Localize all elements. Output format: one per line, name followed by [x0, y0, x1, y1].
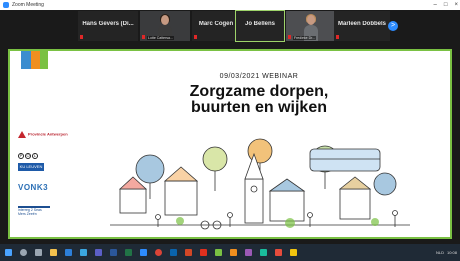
windows-taskbar: NLD 10:08: [0, 244, 460, 261]
app-icon[interactable]: [211, 248, 225, 258]
taskview-icon[interactable]: [31, 248, 45, 258]
interreg-logo: interreg 2 Seas Mers Zeeën: [18, 206, 50, 220]
pdf-icon[interactable]: [196, 248, 210, 258]
active-speaker-tile[interactable]: Jo Bellens: [235, 10, 285, 42]
slide-date: 09/03/2021 WEBINAR: [219, 73, 299, 80]
participant-name: Marc Cogen: [198, 21, 234, 27]
app-icon[interactable]: [271, 248, 285, 258]
window-controls: – □ ×: [434, 0, 458, 10]
clock[interactable]: 10:08: [447, 250, 457, 255]
vonk3-logo: VONK3: [18, 183, 49, 192]
system-tray: NLD 10:08: [436, 244, 457, 261]
outlook-icon[interactable]: [166, 248, 180, 258]
participant-label: Fredieke Dr...: [293, 36, 317, 40]
muted-mic-icon: [80, 35, 83, 39]
participant-name: Jo Bellens: [244, 21, 275, 27]
participant-tile[interactable]: Marleen Dobbels: [334, 11, 390, 41]
muted-mic-icon: [194, 35, 197, 39]
chrome-icon[interactable]: [151, 248, 165, 258]
next-page-icon[interactable]: >: [388, 21, 398, 31]
search-icon[interactable]: [16, 248, 30, 258]
slide-title-line1: Zorgzame dorpen,: [189, 83, 329, 100]
kuleuven-logo: KU LEUVEN: [18, 163, 44, 171]
participant-video-tile[interactable]: Lotte Cattersa...: [140, 11, 190, 41]
minimize-button[interactable]: –: [434, 2, 437, 8]
explorer-icon[interactable]: [46, 248, 60, 258]
app-icon[interactable]: [286, 248, 300, 258]
window-title: Zoom Meeting: [12, 2, 44, 8]
title-bar: Zoom Meeting – □ ×: [0, 0, 460, 10]
mail-icon[interactable]: [61, 248, 75, 258]
excel-icon[interactable]: [121, 248, 135, 258]
village-illustration: [110, 138, 410, 230]
app-icon[interactable]: [241, 248, 255, 258]
pol-logo: POL: [18, 153, 38, 159]
participant-label: Lotte Cattersa...: [147, 36, 174, 40]
browser-icon[interactable]: [76, 248, 90, 258]
app-icon[interactable]: [226, 248, 240, 258]
zoom-icon[interactable]: [136, 248, 150, 258]
slide-title-line2: buurten en wijken: [190, 99, 327, 116]
participant-tile[interactable]: Hans Gevers (Di...: [78, 11, 138, 41]
shared-screen: Provincie Antwerpen POL KU LEUVEN VONK3 …: [8, 49, 452, 239]
slide-title: Zorgzame dorpen, buurten en wijken: [68, 84, 450, 116]
maximize-button[interactable]: □: [444, 2, 448, 8]
brand-blocks: [21, 51, 48, 69]
start-icon[interactable]: [1, 248, 15, 258]
participant-gallery: Hans Gevers (Di... Lotte Cattersa... Mar…: [0, 10, 460, 43]
close-button[interactable]: ×: [454, 2, 458, 8]
muted-mic-icon: [142, 35, 145, 39]
participant-name: Marleen Dobbels: [337, 21, 386, 27]
zoom-logo-icon: [3, 2, 9, 8]
participant-video-tile[interactable]: Fredieke Dr...: [286, 11, 334, 41]
word-icon[interactable]: [106, 248, 120, 258]
provincie-logo: Provincie Antwerpen: [18, 131, 68, 138]
participant-name: Hans Gevers (Di...: [82, 21, 134, 27]
language-indicator[interactable]: NLD: [436, 250, 444, 255]
powerpoint-icon[interactable]: [181, 248, 195, 258]
teams-icon[interactable]: [91, 248, 105, 258]
muted-mic-icon: [288, 35, 291, 39]
participant-tile[interactable]: Marc Cogen: [192, 11, 240, 41]
app-icon[interactable]: [256, 248, 270, 258]
muted-mic-icon: [336, 35, 339, 39]
zoom-window: Zoom Meeting – □ × Hans Gevers (Di... Lo…: [0, 0, 460, 261]
slide-logo-sidebar: Provincie Antwerpen POL KU LEUVEN VONK3 …: [10, 51, 68, 237]
